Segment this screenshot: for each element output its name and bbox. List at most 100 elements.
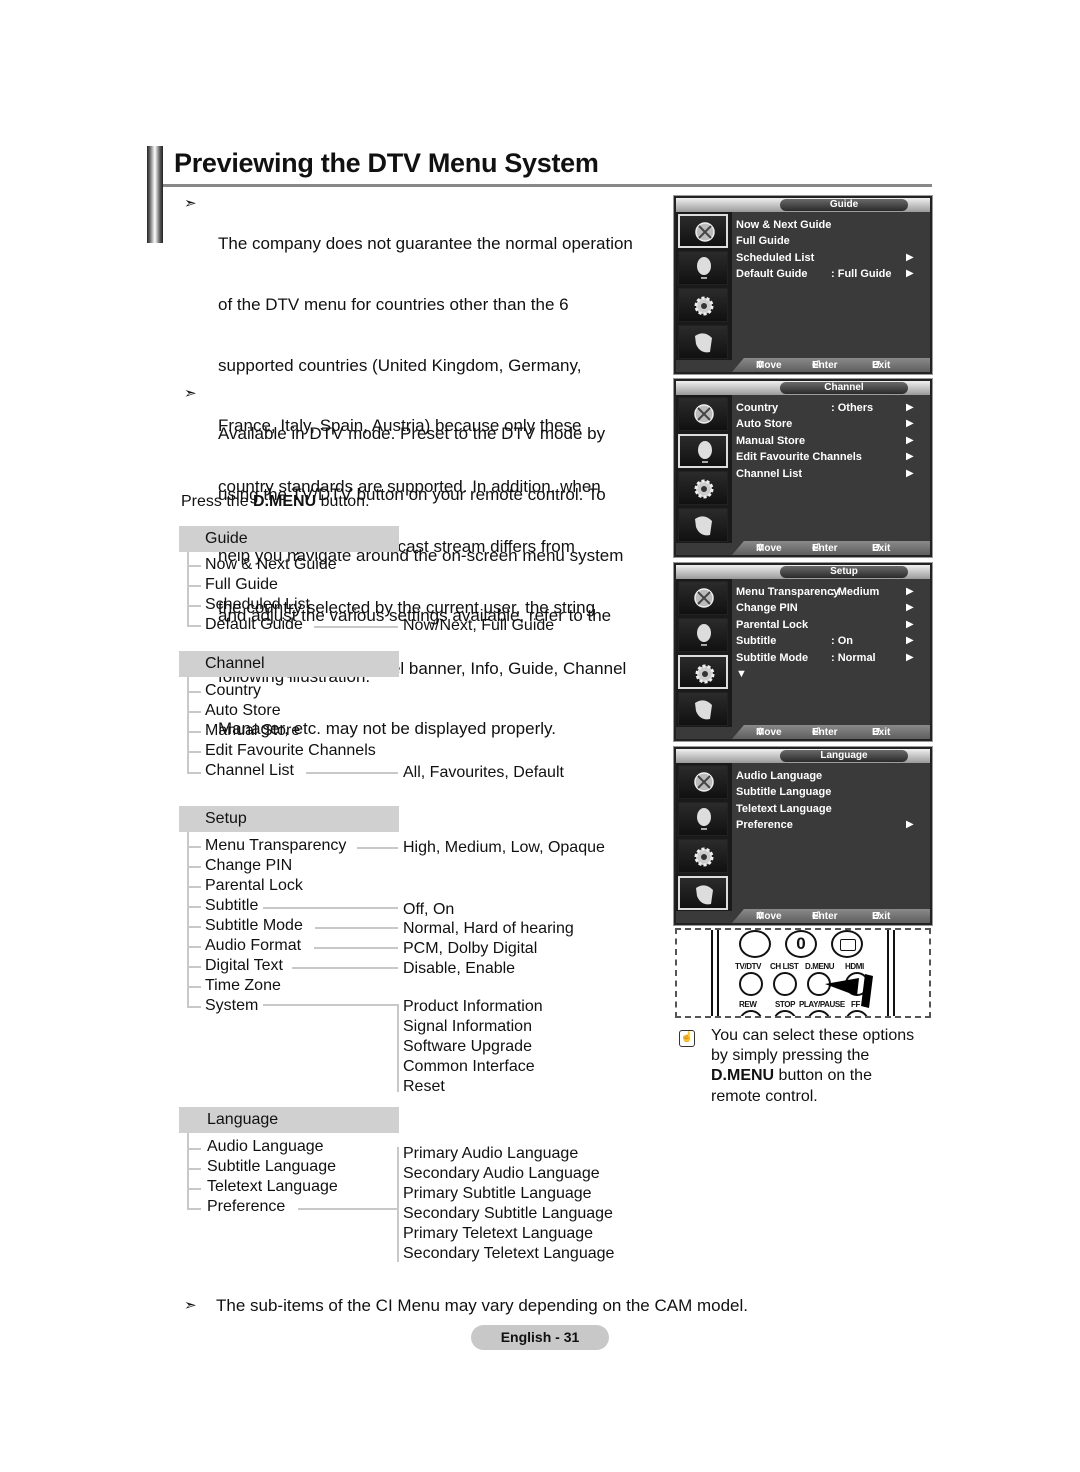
tree-option: Reset (403, 1078, 445, 1095)
osd-menu-tab[interactable] (678, 839, 728, 873)
tree-tick (189, 691, 201, 693)
tree-item: Change PIN (205, 857, 293, 874)
osd-menu-item[interactable]: Preference (736, 817, 793, 833)
tree-item: Full Guide (205, 576, 278, 593)
tree-tick (189, 1006, 201, 1008)
osd-menu-tab[interactable] (678, 876, 728, 910)
hint-line: You can select these options (711, 1027, 915, 1044)
tree-item: Edit Favourite Channels (205, 742, 376, 759)
tree-item: Preference (207, 1198, 286, 1215)
tree-tick (189, 585, 201, 587)
connector-line (292, 967, 398, 969)
remote-edge-right (887, 930, 895, 1016)
ch-list-button[interactable] (773, 972, 797, 996)
osd-enter-label: Enter (812, 360, 838, 371)
osd-item-value: : Full Guide (831, 268, 892, 281)
osd-menu-item[interactable]: Default Guide (736, 266, 808, 282)
osd-title: Guide (780, 199, 908, 211)
osd-menu-item[interactable]: Subtitle Mode (736, 650, 808, 666)
tree-tick (189, 886, 201, 888)
press-button-name: D.MENU (253, 493, 317, 510)
osd-menu-item[interactable]: Full Guide (736, 233, 790, 249)
osd-footer: ⇕ Move ⏎ Enter ↺ Exit (732, 725, 930, 739)
osd-menu-tab[interactable] (678, 325, 728, 359)
fast-forward-button[interactable] (845, 1010, 869, 1016)
osd-exit-label: Exit (872, 911, 891, 922)
hint-line: D.MENU button on the (711, 1066, 914, 1086)
category-label: Language (207, 1111, 279, 1128)
remote-label: REW (739, 1000, 757, 1009)
tree-item: Audio Format (205, 937, 302, 954)
osd-menu-item[interactable]: Scheduled List (736, 250, 814, 266)
tree-item: Subtitle Language (207, 1158, 336, 1175)
osd-menu-item[interactable]: Menu Transparency (736, 584, 839, 600)
osd-menu-tab[interactable] (678, 802, 728, 836)
note-line: supported countries (United Kingdom, Ger… (218, 355, 582, 375)
connector-line (263, 907, 398, 909)
tree-line (187, 552, 189, 627)
osd-header: Channel (676, 381, 930, 395)
tree-option: Off, On (403, 901, 455, 918)
tree-tick (189, 966, 201, 968)
osd-menu-tab[interactable] (678, 288, 728, 322)
osd-menu-item[interactable]: Subtitle (736, 633, 776, 649)
tv-dtv-button[interactable] (739, 972, 763, 996)
remote-blank-button[interactable] (739, 930, 771, 958)
osd-menu-tab[interactable] (678, 434, 728, 468)
tree-tick (189, 906, 201, 908)
tree-tick (189, 605, 201, 607)
tree-item: System (205, 997, 259, 1014)
play-pause-button[interactable] (807, 1010, 831, 1016)
osd-menu-item[interactable]: Manual Store (736, 433, 805, 449)
category-label: Guide (205, 530, 248, 547)
osd-menu-tab[interactable] (678, 251, 728, 285)
tree-category-language: Language (179, 1107, 399, 1133)
osd-menu-tab[interactable] (678, 471, 728, 505)
osd-sidebar (676, 212, 732, 360)
osd-menu-tab[interactable] (678, 397, 728, 431)
submenu-arrow-icon: ▶ (906, 402, 914, 413)
osd-menu-item[interactable]: Change PIN (736, 600, 798, 616)
note-line: The company does not guarantee the norma… (218, 234, 633, 254)
remote-label: CH LIST (770, 962, 799, 971)
screen-icon (840, 939, 856, 951)
osd-menu-item[interactable]: Auto Store (736, 416, 792, 432)
remote-zero-button[interactable]: 0 (785, 930, 817, 958)
osd-menu-tab[interactable] (678, 508, 728, 542)
osd-menu-item[interactable]: Parental Lock (736, 617, 808, 633)
tree-option: Primary Subtitle Language (403, 1185, 592, 1202)
osd-menu-tab[interactable] (678, 214, 728, 248)
osd-menu-item[interactable]: Audio Language (736, 768, 822, 784)
connector-line (306, 772, 398, 774)
osd-move-label: Move (756, 360, 782, 371)
scroll-down-icon[interactable]: ▼ (736, 666, 747, 682)
remote-picture-button[interactable] (831, 930, 863, 958)
osd-menu-item[interactable]: Subtitle Language (736, 784, 831, 800)
arrow-right-icon: ➣ (184, 195, 197, 212)
tree-tick (189, 625, 201, 627)
tree-item: Digital Text (205, 957, 283, 974)
osd-header: Setup (676, 565, 930, 579)
title-decoration-bar (147, 146, 163, 243)
osd-footer: ⇕ Move ⏎ Enter ↺ Exit (732, 358, 930, 372)
rewind-button[interactable] (739, 1010, 763, 1016)
tree-line (187, 832, 189, 1008)
osd-menu-item[interactable]: Channel List (736, 466, 802, 482)
osd-menu-tab[interactable] (678, 618, 728, 652)
osd-title: Language (780, 750, 908, 762)
tree-option: Secondary Audio Language (403, 1165, 600, 1182)
osd-menu-tab[interactable] (678, 692, 728, 726)
osd-menu-tab[interactable] (678, 765, 728, 799)
tree-item: Auto Store (205, 702, 281, 719)
stop-button[interactable] (773, 1010, 797, 1016)
osd-item-value: : Normal (831, 651, 876, 664)
osd-item-value: : Medium (831, 586, 880, 598)
osd-menu-item[interactable]: Now & Next Guide (736, 217, 831, 233)
osd-menu-item[interactable]: Edit Favourite Channels (736, 449, 862, 465)
osd-menu-tab[interactable] (678, 581, 728, 615)
osd-menu-item[interactable]: Teletext Language (736, 801, 832, 817)
osd-menu-tab[interactable] (678, 655, 728, 689)
osd-exit-label: Exit (872, 360, 891, 371)
tree-line (397, 1147, 399, 1262)
osd-menu-item[interactable]: Country (736, 400, 778, 416)
